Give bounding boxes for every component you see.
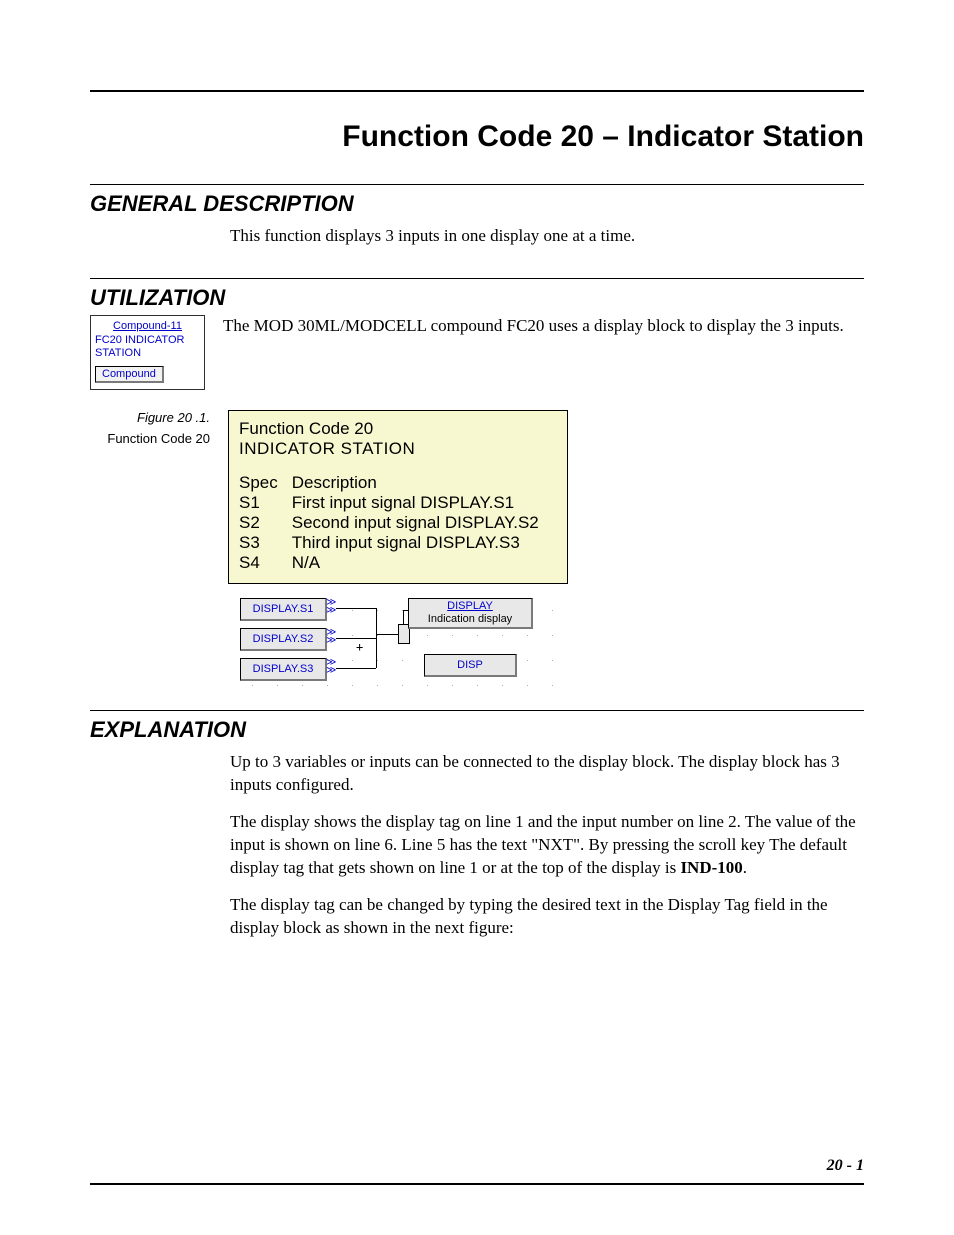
- utilization-row: Compound-11 FC20 INDICATOR STATION Compo…: [90, 315, 864, 390]
- wire: [336, 638, 376, 639]
- document-page: Function Code 20 – Indicator Station GEN…: [0, 0, 954, 1235]
- figure-row: Figure 20 .1. Function Code 20 Function …: [90, 410, 864, 692]
- port-arrows-icon: ≫≫: [326, 599, 336, 615]
- figure-body: Function Code 20 INDICATOR STATION Spec …: [228, 410, 568, 692]
- wire: [336, 608, 376, 609]
- spec-row: S4 N/A: [239, 553, 553, 573]
- port-s1: DISPLAY.S1: [240, 598, 327, 621]
- section-rule: [90, 278, 864, 279]
- display-block-title: DISPLAY: [409, 599, 531, 613]
- utilization-text: The MOD 30ML/MODCELL compound FC20 uses …: [223, 315, 864, 338]
- page-number: 20 - 1: [827, 1157, 864, 1175]
- figure-caption-title: Figure 20 .1.: [90, 410, 210, 425]
- top-rule: [90, 90, 864, 92]
- explanation-p1: Up to 3 variables or inputs can be conne…: [230, 751, 864, 797]
- spec-header-row: Spec Description: [239, 473, 553, 493]
- section-heading-explanation: EXPLANATION: [90, 717, 864, 743]
- spec-row: S3 Third input signal DISPLAY.S3: [239, 533, 553, 553]
- explanation-p3: The display tag can be changed by typing…: [230, 894, 864, 940]
- port-arrows-icon: ≫≫: [326, 629, 336, 645]
- spec-col-head: Spec: [239, 473, 292, 493]
- display-tab-button[interactable]: DISP: [424, 654, 517, 677]
- compound-title: Compound-11: [95, 320, 200, 332]
- desc-col-head: Description: [292, 473, 553, 493]
- port-arrows-icon: ≫≫: [326, 659, 336, 675]
- section-rule: [90, 184, 864, 185]
- port-s2: DISPLAY.S2: [240, 628, 327, 651]
- wire: [403, 610, 404, 624]
- compound-subtitle: FC20 INDICATOR STATION: [95, 334, 200, 360]
- footer-rule: [90, 1183, 864, 1185]
- figure-caption: Figure 20 .1. Function Code 20: [90, 410, 210, 446]
- spec-row: S1 First input signal DISPLAY.S1: [239, 493, 553, 513]
- section-heading-general: GENERAL DESCRIPTION: [90, 191, 864, 217]
- wire: [376, 608, 377, 668]
- section-rule: [90, 710, 864, 711]
- compound-tab-button[interactable]: Compound: [95, 366, 164, 383]
- wire: [336, 668, 376, 669]
- display-block-sub: Indication display: [409, 613, 531, 627]
- spec-line2: INDICATOR STATION: [239, 439, 557, 459]
- compound-widget: Compound-11 FC20 INDICATOR STATION Compo…: [90, 315, 205, 390]
- spec-row: S2 Second input signal DISPLAY.S2: [239, 513, 553, 533]
- block-diagram: DISPLAY.S1 ≫≫ DISPLAY.S2 ≫≫ DISPLAY.S3 ≫…: [228, 592, 568, 692]
- section-body-explanation: Up to 3 variables or inputs can be conne…: [230, 751, 864, 940]
- section-body-general: This function displays 3 inputs in one d…: [230, 225, 864, 248]
- spec-line1: Function Code 20: [239, 419, 557, 439]
- section-heading-utilization: UTILIZATION: [90, 285, 864, 311]
- plus-icon: +: [356, 640, 363, 654]
- display-block: DISPLAY Indication display: [408, 598, 533, 629]
- general-text: This function displays 3 inputs in one d…: [230, 225, 864, 248]
- figure-caption-sub: Function Code 20: [90, 431, 210, 446]
- page-title: Function Code 20 – Indicator Station: [90, 120, 864, 154]
- port-s3: DISPLAY.S3: [240, 658, 327, 681]
- spec-box: Function Code 20 INDICATOR STATION Spec …: [228, 410, 568, 584]
- explanation-p2: The display shows the display tag on lin…: [230, 811, 864, 880]
- wire: [376, 634, 398, 635]
- spec-table: Spec Description S1 First input signal D…: [239, 473, 553, 573]
